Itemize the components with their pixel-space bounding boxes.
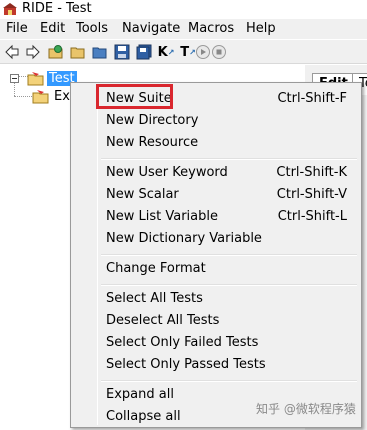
menu-item-label: New User Keyword — [106, 165, 228, 180]
open-folder-icon[interactable] — [69, 43, 87, 61]
menu-separator — [101, 158, 357, 160]
title-bar: RIDE - Test — [0, 0, 367, 19]
menu-item-label: Change Format — [106, 261, 206, 276]
stop-icon[interactable] — [210, 43, 228, 61]
save-icon[interactable] — [113, 43, 131, 61]
menu-navigate[interactable]: Navigate — [122, 21, 180, 36]
collapse-icon[interactable] — [10, 74, 19, 83]
open-folder-green-icon[interactable] — [47, 43, 65, 61]
menu-item-label: New Directory — [106, 113, 199, 128]
menu-item-shortcut: Ctrl-Shift-L — [277, 209, 347, 224]
context-menu: New Suite Ctrl-Shift-F New Directory New… — [70, 82, 362, 428]
menu-item-shortcut: Ctrl-Shift-K — [276, 165, 347, 180]
menu-item-new-resource[interactable]: New Resource — [73, 132, 359, 154]
test-search-label: T — [180, 44, 190, 60]
menu-separator — [101, 380, 357, 382]
menu-item-label: New Scalar — [106, 187, 179, 202]
menu-item-new-dictionary-variable[interactable]: New Dictionary Variable — [73, 228, 359, 250]
menu-edit[interactable]: Edit — [40, 21, 65, 36]
menu-item-new-scalar[interactable]: New Scalar Ctrl-Shift-V — [73, 184, 359, 206]
menu-item-label: Select Only Failed Tests — [106, 335, 259, 350]
menu-item-label: Expand all — [106, 387, 174, 402]
menu-item-label: New Resource — [106, 135, 199, 150]
menu-item-label: Select Only Passed Tests — [106, 357, 266, 372]
menu-item-shortcut: Ctrl-Shift-F — [277, 91, 347, 106]
menu-item-select-only-passed-tests[interactable]: Select Only Passed Tests — [73, 354, 359, 376]
menu-item-deselect-all-tests[interactable]: Deselect All Tests — [73, 310, 359, 332]
toolbar: K ↗ T ↗ — [0, 40, 367, 64]
back-arrow-icon[interactable] — [3, 43, 21, 61]
menu-item-label: Deselect All Tests — [106, 313, 220, 328]
annotation-highlight-box — [96, 84, 173, 109]
menu-item-new-user-keyword[interactable]: New User Keyword Ctrl-Shift-K — [73, 162, 359, 184]
window-title: RIDE - Test — [22, 1, 92, 16]
menu-separator — [101, 284, 357, 286]
menu-macros[interactable]: Macros — [188, 21, 234, 36]
keyword-search-icon[interactable]: K ↗ — [157, 43, 175, 61]
suite-folder-icon — [32, 89, 49, 103]
menu-tools[interactable]: Tools — [76, 21, 108, 36]
ride-app-icon — [3, 3, 17, 15]
forward-arrow-icon[interactable] — [24, 43, 42, 61]
menu-item-label: Select All Tests — [106, 291, 203, 306]
menu-item-shortcut: Ctrl-Shift-V — [276, 187, 347, 202]
menu-bar: File Edit Tools Navigate Macros Help — [0, 19, 367, 39]
watermark: 知乎 @微软程序猿 — [256, 402, 356, 416]
tree-connector-horizontal — [14, 96, 32, 97]
menu-item-select-all-tests[interactable]: Select All Tests — [73, 288, 359, 310]
menu-item-new-directory[interactable]: New Directory — [73, 110, 359, 132]
save-all-icon[interactable] — [135, 43, 153, 61]
menu-separator — [101, 254, 357, 256]
menu-item-select-only-failed-tests[interactable]: Select Only Failed Tests — [73, 332, 359, 354]
keyword-search-label: K — [157, 44, 168, 60]
menu-item-change-format[interactable]: Change Format — [73, 258, 359, 280]
menu-item-label: New List Variable — [106, 209, 218, 224]
menu-file[interactable]: File — [6, 21, 28, 36]
menu-help[interactable]: Help — [246, 21, 276, 36]
suite-folder-icon — [27, 71, 44, 85]
tree-node-root[interactable]: Test — [10, 71, 77, 86]
menu-item-label: Collapse all — [106, 409, 181, 424]
menu-item-label: New Dictionary Variable — [106, 231, 262, 246]
open-directory-icon[interactable] — [91, 43, 109, 61]
menu-item-new-list-variable[interactable]: New List Variable Ctrl-Shift-L — [73, 206, 359, 228]
